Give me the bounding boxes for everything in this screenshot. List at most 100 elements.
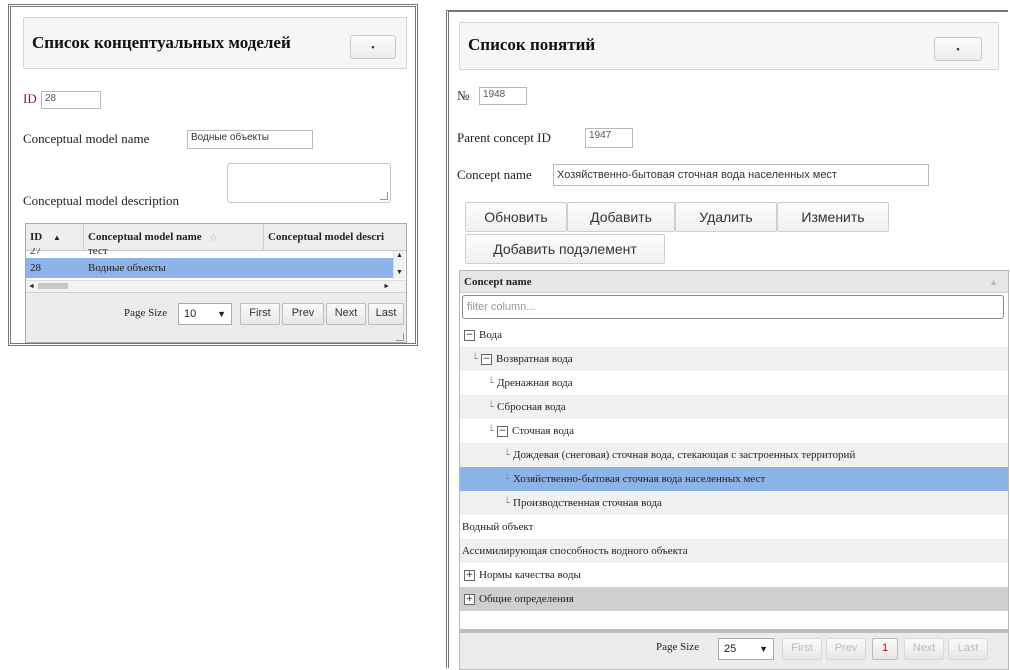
scroll-up-icon[interactable]: ▲ [394, 251, 405, 260]
tree-node-label: Производственная сточная вода [513, 497, 662, 509]
concept-name-field[interactable]: Хозяйственно-бытовая сточная вода населе… [553, 164, 929, 186]
model-description-textarea[interactable] [227, 163, 391, 203]
resize-grip-icon[interactable] [396, 333, 404, 341]
collapse-icon[interactable]: − [464, 329, 475, 341]
add-subelement-button[interactable]: Добавить подэлемент [465, 234, 665, 264]
tree-node-label: Дренажная вода [497, 377, 573, 389]
tree-elbow-icon: └ [472, 354, 479, 365]
tree-elbow-icon: └ [488, 426, 495, 437]
panel-title: Список понятий [468, 35, 596, 54]
chevron-down-icon: ▼ [759, 644, 768, 654]
filter-input[interactable]: filter column... [462, 295, 1004, 319]
sort-icon: ▲ [989, 277, 998, 287]
collapse-button[interactable]: ▪ [934, 37, 982, 61]
first-page-button[interactable]: First [240, 303, 280, 325]
page-size-value: 10 [184, 308, 197, 320]
tree-node-label: Ассимилирующая способность водного объек… [462, 545, 688, 557]
current-page-button[interactable]: 1 [872, 638, 898, 660]
expand-icon[interactable]: + [464, 593, 475, 605]
last-page-button[interactable]: Last [948, 638, 988, 660]
panel-header: Список понятий ▪ [459, 22, 999, 70]
tree-row[interactable]: + Общие определения [460, 587, 1008, 611]
concept-name-label: Concept name [457, 167, 532, 182]
tree-elbow-icon: └ [504, 498, 511, 509]
concept-tree-grid: Concept name ▲ filter column... − Вода └ −… [459, 270, 1009, 670]
cell-id: 27 [30, 248, 41, 257]
grid-pager: Page Size 10 ▼ First Prev Next Last [26, 292, 406, 342]
cell-name: тест [88, 248, 108, 257]
prev-page-button[interactable]: Prev [282, 303, 324, 325]
delete-button[interactable]: Удалить [675, 202, 777, 232]
column-label: Conceptual model name [88, 231, 202, 243]
parent-concept-label: Parent concept ID [457, 130, 551, 145]
page-size-select[interactable]: 10 ▼ [178, 303, 232, 325]
tree-row[interactable]: └ − Возвратная вода [460, 347, 1008, 371]
horizontal-scrollbar[interactable]: ◄ ► [26, 280, 406, 292]
page-size-select[interactable]: 25 ▼ [718, 638, 774, 660]
tree-elbow-icon: └ [504, 450, 511, 461]
model-name-label: Conceptual model name [23, 131, 150, 146]
next-page-button[interactable]: Next [326, 303, 366, 325]
panel-title: Список концептуальных моделей [32, 33, 291, 52]
table-row-selected[interactable]: 28 Водные объекты [26, 258, 394, 278]
tree-row[interactable]: + Нормы качества воды [460, 563, 1008, 587]
scroll-thumb[interactable] [38, 283, 68, 289]
column-header-description[interactable]: Conceptual model descri [264, 224, 406, 250]
panel-header: Список концептуальных моделей ▪ [23, 17, 407, 69]
refresh-button[interactable]: Обновить [465, 202, 567, 232]
tree-row[interactable]: └ Сбросная вода [460, 395, 1008, 419]
scroll-down-icon[interactable]: ▼ [394, 268, 405, 277]
number-field[interactable]: 1948 [479, 87, 527, 105]
tree-row[interactable]: └ Дренажная вода [460, 371, 1008, 395]
column-header-id[interactable]: ID ▲ [26, 224, 84, 250]
conceptual-models-panel: Список концептуальных моделей ▪ ID 28 Co… [8, 4, 418, 346]
tree-node-label: Сточная вода [512, 425, 574, 437]
page-size-label: Page Size [656, 641, 700, 653]
tree-row[interactable]: − Вода [460, 323, 1008, 347]
first-page-button[interactable]: First [782, 638, 822, 660]
id-field[interactable]: 28 [41, 91, 101, 109]
column-label: Concept name [464, 276, 532, 288]
column-header-name[interactable]: Conceptual model name ◇ [84, 224, 264, 250]
model-name-field[interactable]: Водные объекты [187, 130, 313, 149]
sort-icon: ◇ [210, 233, 217, 242]
next-page-button[interactable]: Next [904, 638, 944, 660]
tree-row[interactable]: Водный объект [460, 515, 1008, 539]
resize-grip-icon[interactable] [380, 192, 388, 200]
tree-pager: Page Size 25 ▼ First Prev 1 Next Last [460, 629, 1008, 669]
cell-name: Водные объекты [88, 262, 166, 274]
model-description-label: Conceptual model description [23, 193, 179, 208]
cell-id: 28 [30, 262, 41, 274]
models-grid: ID ▲ Conceptual model name ◇ Conceptual … [25, 223, 407, 343]
tree-row[interactable]: └ Дождевая (снеговая) сточная вода, стека… [460, 443, 1008, 467]
column-header-concept-name[interactable]: Concept name ▲ [460, 271, 1008, 293]
tree-row-selected[interactable]: └ Хозяйственно-бытовая сточная вода насел… [460, 467, 1008, 491]
grid-header: ID ▲ Conceptual model name ◇ Conceptual … [26, 224, 406, 251]
tree-node-label: Возвратная вода [496, 353, 573, 365]
table-row[interactable]: 27 тест [26, 248, 406, 258]
tree-row[interactable]: Ассимилирующая способность водного объек… [460, 539, 1008, 563]
column-label: ID [30, 231, 43, 243]
collapse-button[interactable]: ▪ [350, 35, 396, 59]
prev-page-button[interactable]: Prev [826, 638, 866, 660]
scroll-right-icon[interactable]: ► [383, 281, 390, 292]
tree-elbow-icon: └ [504, 474, 511, 485]
column-label: Conceptual model descri [268, 231, 385, 243]
scroll-left-icon[interactable]: ◄ [28, 281, 35, 292]
collapse-icon[interactable]: − [481, 353, 493, 365]
expand-icon[interactable]: + [464, 569, 475, 581]
tree-node-label: Общие определения [479, 593, 574, 605]
collapse-icon[interactable]: − [497, 425, 509, 437]
tree-node-label: Водный объект [462, 521, 534, 533]
tree-node-label: Дождевая (снеговая) сточная вода, стекаю… [513, 449, 856, 461]
last-page-button[interactable]: Last [368, 303, 404, 325]
tree-node-label: Хозяйственно-бытовая сточная вода населе… [513, 473, 766, 485]
id-label: ID [23, 91, 37, 106]
tree-row[interactable]: └ Производственная сточная вода [460, 491, 1008, 515]
tree-node-label: Сбросная вода [497, 401, 566, 413]
tree-row[interactable]: └ − Сточная вода [460, 419, 1008, 443]
vertical-scrollbar[interactable]: ▲ ▼ [393, 251, 405, 279]
add-button[interactable]: Добавить [567, 202, 675, 232]
parent-concept-field[interactable]: 1947 [585, 128, 633, 148]
edit-button[interactable]: Изменить [777, 202, 889, 232]
